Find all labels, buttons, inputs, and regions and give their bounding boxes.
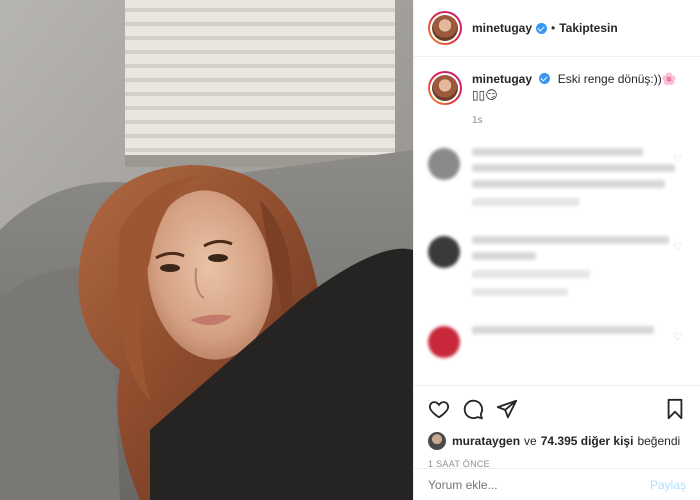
liker-avatar[interactable] — [428, 432, 446, 450]
comments-section: minetugay Eski renge dönüş:))🌸 ▯▯😏 1s ♡ — [414, 57, 700, 380]
post-sidebar: minetugay • Takiptesin minetugay Eski re… — [413, 0, 700, 500]
caption: minetugay Eski renge dönüş:))🌸 ▯▯😏 — [428, 71, 686, 105]
post-comment-button[interactable]: Paylaş — [650, 478, 686, 492]
caption-username[interactable]: minetugay — [472, 72, 532, 86]
action-icons — [428, 394, 686, 424]
likes-summary: murataygen ve 74.395 diğer kişi beğendi — [428, 432, 686, 450]
separator-dot: • — [551, 21, 556, 35]
avatar[interactable] — [428, 11, 462, 45]
blurred-comment: ♡ — [428, 236, 686, 304]
verified-badge-icon — [536, 22, 548, 34]
verified-badge-icon — [539, 73, 551, 84]
like-comment-icon[interactable]: ♡ — [673, 332, 682, 343]
blurred-comment-body — [472, 148, 686, 214]
share-icon[interactable] — [496, 398, 518, 420]
heart-icon[interactable] — [428, 398, 450, 420]
header-username[interactable]: minetugay — [472, 21, 532, 35]
blurred-avatar — [428, 148, 460, 180]
blurred-avatar — [428, 326, 460, 358]
post-header: minetugay • Takiptesin — [414, 0, 700, 57]
blurred-comment-body — [472, 236, 686, 304]
comment-input[interactable] — [428, 477, 650, 492]
caption-time[interactable]: 1s — [472, 115, 686, 126]
like-comment-icon[interactable]: ♡ — [673, 154, 682, 165]
blurred-comment-body — [472, 326, 686, 358]
post-actions: murataygen ve 74.395 diğer kişi beğendi … — [414, 385, 700, 469]
like-comment-icon[interactable]: ♡ — [673, 242, 682, 253]
instagram-post: minetugay • Takiptesin minetugay Eski re… — [0, 0, 700, 500]
comment-box: Paylaş — [414, 468, 700, 500]
caption-emoji-line: ▯▯😏 — [472, 88, 498, 102]
likes-suffix: beğendi — [637, 434, 681, 448]
bookmark-icon[interactable] — [664, 398, 686, 420]
likes-connector: ve — [524, 434, 537, 448]
caption-body: Eski renge dönüş:))🌸 — [557, 72, 677, 86]
caption-avatar[interactable] — [428, 71, 462, 105]
caption-text: minetugay Eski renge dönüş:))🌸 ▯▯😏 — [472, 71, 677, 105]
blurred-comment: ♡ — [428, 148, 686, 214]
liker-username[interactable]: murataygen — [452, 434, 520, 448]
blurred-comment: ♡ — [428, 326, 686, 358]
comment-icon[interactable] — [462, 398, 484, 420]
blurred-avatar — [428, 236, 460, 268]
post-photo[interactable] — [0, 0, 413, 500]
following-button[interactable]: Takiptesin — [559, 21, 617, 35]
likes-count[interactable]: 74.395 diğer kişi — [541, 434, 634, 448]
